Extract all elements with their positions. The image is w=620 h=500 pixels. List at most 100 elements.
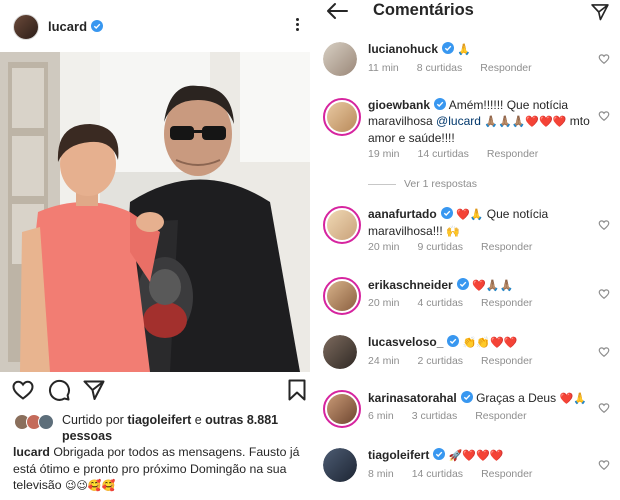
comment-mention[interactable]: @lucard [436,114,481,128]
verified-icon [433,448,446,460]
heart-icon[interactable] [598,218,610,231]
comment-time: 8 min [368,468,394,480]
reply-button[interactable]: Responder [475,410,526,422]
comment-meta: 20 min 9 curtidas Responder [368,241,550,253]
comments-header: Comentários [318,0,620,28]
share-icon[interactable] [82,378,108,404]
caption-text: Obrigada por todos as mensagens. Fausto … [13,445,300,492]
verified-icon [434,98,447,110]
verified-icon [442,42,455,54]
commenter-username[interactable]: lucianohuck [368,42,438,56]
comment-emojis: 🙏 [457,43,472,56]
reply-button[interactable]: Responder [480,62,531,74]
post-photo[interactable] [0,52,310,372]
post-panel: lucard Curtido por tiagoleifert e outras… [0,0,318,500]
comment-meta: 24 min 2 curtidas Responder [368,355,550,367]
verified-icon [456,278,469,290]
heart-icon[interactable] [598,52,610,65]
bookmark-icon[interactable] [285,378,311,404]
liked-by-prefix: Curtido por [62,413,124,427]
replies-divider [368,183,396,185]
heart-icon[interactable] [598,401,610,414]
heart-icon[interactable] [598,287,610,300]
likes-text[interactable]: Curtido por tiagoleifert e outras 8.881 … [62,412,312,444]
comment-emojis: 🙏🏽🙏🏽🙏🏽❤️❤️❤️ [484,115,567,128]
comment-body: Graças a Deus [476,391,557,405]
liker-avatar [38,414,54,430]
commenter-avatar[interactable] [323,98,361,136]
comment-time: 20 min [368,241,400,253]
commenter-username[interactable]: erikaschneider [368,278,453,292]
verified-icon [91,20,104,32]
comments-panel: Comentários lucianohuck 🙏 11 min 8 curtid… [318,0,620,500]
likes-row[interactable]: Curtido por tiagoleifert e outras 8.881 … [0,410,318,444]
comment-emojis: ❤️🙏 [559,392,587,405]
commenter-avatar[interactable] [323,390,361,428]
liked-by-user[interactable]: tiagoleifert [127,413,191,427]
comment-meta: 20 min 4 curtidas Responder [368,297,550,309]
heart-icon[interactable] [598,345,610,358]
view-replies-button[interactable]: Ver 1 respostas [368,178,477,190]
comment-emojis: 👏👏❤️❤️ [462,336,518,349]
commenter-avatar[interactable] [323,448,357,482]
commenter-username[interactable]: tiagoleifert [368,448,429,462]
commenter-avatar[interactable] [323,206,361,244]
comment-likes[interactable]: 8 curtidas [417,62,463,74]
comment-time: 6 min [368,410,394,422]
post-caption: lucard Obrigada por todos as mensagens. … [13,444,313,495]
commenter-avatar[interactable] [323,42,357,76]
comment-meta: 8 min 14 curtidas Responder [368,468,550,480]
comment-time: 20 min [368,297,400,309]
comment-likes[interactable]: 2 curtidas [418,355,464,367]
comment-emojis-after: 🙌 [446,225,460,238]
post-author-avatar[interactable] [13,14,39,40]
post-actions [0,378,318,406]
comment-text: karinasatorahal Graças a Deus ❤️🙏 [368,390,593,407]
comment-likes[interactable]: 14 curtidas [412,468,463,480]
comment-meta: 11 min 8 curtidas Responder [368,62,550,74]
heart-icon[interactable] [598,458,610,471]
commenter-username[interactable]: aanafurtado [368,207,437,221]
post-username[interactable]: lucard [48,19,87,34]
back-arrow-icon[interactable] [326,2,348,25]
commenter-username[interactable]: lucasveloso_ [368,335,443,349]
liked-by-and: e [194,413,202,427]
send-icon[interactable] [590,2,610,27]
comment-text: tiagoleifert 🚀❤️❤️❤️ [368,447,593,464]
heart-icon[interactable] [11,378,37,404]
comment-text: erikaschneider ❤️🙏🏽🙏🏽 [368,277,593,294]
comment-emojis: 🚀❤️❤️❤️ [448,449,504,462]
comment-likes[interactable]: 14 curtidas [418,148,469,160]
comment-emojis: ❤️🙏 [456,208,484,221]
comment-icon[interactable] [47,378,73,404]
reply-button[interactable]: Responder [481,297,532,309]
commenter-username[interactable]: gioewbank [368,98,430,112]
caption-emojis: 😉😉🥰🥰 [64,479,116,492]
commenter-avatar[interactable] [323,335,357,369]
verified-icon [440,207,453,219]
reply-button[interactable]: Responder [487,148,538,160]
comment-text: lucianohuck 🙏 [368,41,593,58]
view-replies-label[interactable]: Ver 1 respostas [404,178,477,190]
comment-text: aanafurtado ❤️🙏 Que notícia maravilhosa!… [368,206,593,240]
comment-likes[interactable]: 4 curtidas [418,297,464,309]
heart-icon[interactable] [598,109,610,122]
comment-meta: 6 min 3 curtidas Responder [368,410,545,422]
reply-button[interactable]: Responder [481,241,532,253]
comment-emojis: ❤️🙏🏽🙏🏽 [472,279,514,292]
reply-button[interactable]: Responder [481,468,532,480]
verified-icon [460,391,473,403]
comment-time: 19 min [368,148,400,160]
verified-icon [447,335,460,347]
post-author[interactable]: lucard [48,19,104,34]
kebab-icon[interactable] [290,16,304,38]
comments-title: Comentários [373,1,474,19]
comment-meta: 19 min 14 curtidas Responder [368,148,556,160]
commenter-avatar[interactable] [323,277,361,315]
comment-likes[interactable]: 3 curtidas [412,410,458,422]
post-header: lucard [0,0,318,52]
reply-button[interactable]: Responder [481,355,532,367]
comment-likes[interactable]: 9 curtidas [418,241,464,253]
commenter-username[interactable]: karinasatorahal [368,391,457,405]
caption-username[interactable]: lucard [13,445,50,459]
